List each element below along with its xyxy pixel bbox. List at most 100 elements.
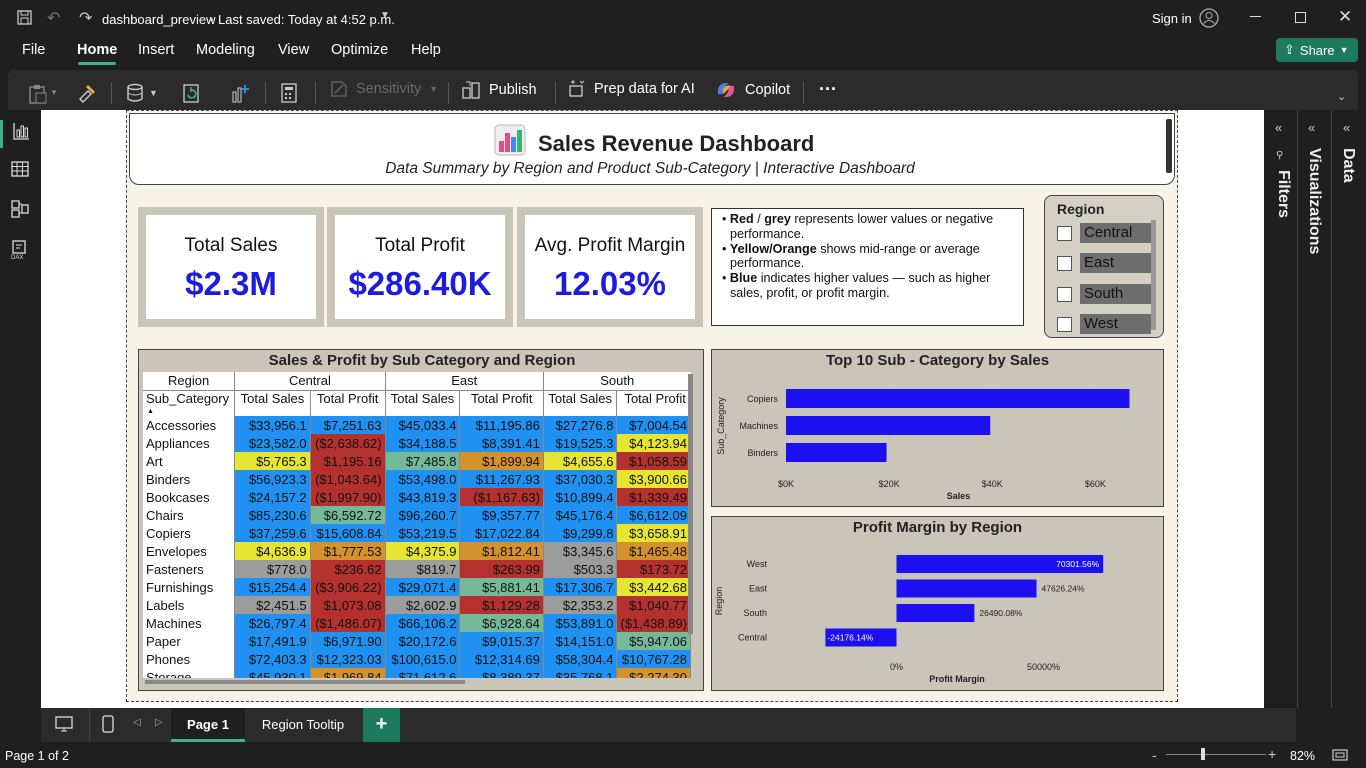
matrix-cell[interactable]: $1,899.94 — [459, 452, 544, 470]
matrix-cell[interactable]: ($2,638.62) — [310, 434, 386, 452]
table-row[interactable]: Binders $56,923.3 ($1,043.64) $53,498.0 $11,… — [143, 470, 691, 488]
undo-icon[interactable]: ↶ — [47, 8, 60, 28]
visualizations-pane-tab[interactable]: Visualizations — [1305, 148, 1323, 254]
matrix-cell[interactable]: $819.7 — [385, 560, 461, 578]
matrix-cell[interactable]: $66,106.2 — [385, 614, 461, 632]
matrix-cell[interactable]: $1,129.28 — [459, 596, 544, 614]
tab-region-tooltip[interactable]: Region Tooltip — [251, 708, 355, 742]
matrix-cell[interactable]: $7,004.54 — [616, 416, 691, 434]
file-name[interactable]: dashboard_preview — [102, 12, 215, 27]
dax-query-view-icon[interactable]: DAX — [10, 240, 30, 260]
column-header-east[interactable]: East — [385, 372, 544, 390]
matrix-cell[interactable]: $12,323.03 — [310, 650, 386, 668]
matrix-cell[interactable]: $1,339.49 — [616, 488, 691, 506]
matrix-cell[interactable]: $20,172.6 — [385, 632, 461, 650]
matrix-cell[interactable]: $17,022.84 — [459, 524, 544, 542]
minimize-icon[interactable] — [1250, 16, 1261, 17]
matrix-cell[interactable]: $12,314.69 — [459, 650, 544, 668]
menu-modeling[interactable]: Modeling — [196, 42, 255, 58]
sign-in-link[interactable]: Sign in — [1152, 11, 1192, 26]
measure-header[interactable]: Total Profit — [310, 390, 386, 416]
previous-page-icon[interactable]: ◁ — [133, 717, 141, 728]
matrix-cell[interactable]: $27,276.8 — [543, 416, 618, 434]
copilot-button[interactable]: Copilot — [715, 80, 790, 100]
calculator-icon[interactable] — [280, 83, 298, 103]
collapse-ribbon-icon[interactable]: ⌄ — [1337, 90, 1346, 103]
matrix-cell[interactable]: $17,491.9 — [234, 632, 311, 650]
matrix-cell[interactable]: $15,254.4 — [234, 578, 311, 596]
matrix-cell[interactable]: $1,195.16 — [310, 452, 386, 470]
mobile-layout-icon[interactable] — [102, 715, 114, 733]
matrix-cell[interactable]: $3,658.91 — [616, 524, 691, 542]
matrix-cell[interactable]: $45,930.1 — [234, 668, 311, 678]
table-row[interactable]: Art $5,765.3 $1,195.16 $7,485.8 $1,899.94 $4,… — [143, 452, 691, 470]
matrix-cell[interactable]: $5,765.3 — [234, 452, 311, 470]
matrix-cell[interactable]: $14,151.0 — [543, 632, 618, 650]
matrix-cell[interactable]: $53,498.0 — [385, 470, 461, 488]
matrix-cell[interactable]: $9,015.37 — [459, 632, 544, 650]
slicer-item-central[interactable]: Central — [1057, 223, 1151, 243]
measure-header[interactable]: Total Sales — [543, 390, 618, 416]
zoom-in-button[interactable]: + — [1268, 746, 1276, 762]
measure-header[interactable]: Total Profit — [459, 390, 544, 416]
matrix-cell[interactable]: $15,608.84 — [310, 524, 386, 542]
matrix-cell[interactable]: $6,928.64 — [459, 614, 544, 632]
matrix-cell[interactable]: $85,230.6 — [234, 506, 311, 524]
matrix-cell[interactable]: $2,451.5 — [234, 596, 311, 614]
row-header-sub-category[interactable]: Sub_Category ▲ — [143, 390, 236, 416]
slicer-item-south[interactable]: South — [1057, 284, 1151, 304]
column-header-central[interactable]: Central — [234, 372, 386, 390]
table-row[interactable]: Furnishings $15,254.4 ($3,906.22) $29,071.4… — [143, 578, 691, 596]
slicer-item-east[interactable]: East — [1057, 253, 1151, 273]
matrix-cell[interactable]: $34,188.5 — [385, 434, 461, 452]
matrix-cell[interactable]: $5,947.06 — [616, 632, 691, 650]
matrix-cell[interactable]: $6,612.09 — [616, 506, 691, 524]
zoom-out-button[interactable]: - — [1152, 747, 1157, 763]
matrix-cell[interactable]: $3,345.6 — [543, 542, 618, 560]
matrix-cell[interactable]: $53,219.5 — [385, 524, 461, 542]
checkbox[interactable] — [1057, 225, 1072, 241]
next-page-icon[interactable]: ▷ — [155, 717, 163, 728]
matrix-cell[interactable]: $236.62 — [310, 560, 386, 578]
new-visual-icon[interactable] — [230, 83, 250, 103]
refresh-icon[interactable] — [182, 83, 202, 103]
matrix-cell[interactable]: $96,260.7 — [385, 506, 461, 524]
menu-insert[interactable]: Insert — [138, 42, 174, 58]
checkbox[interactable] — [1057, 286, 1072, 302]
checkbox[interactable] — [1057, 255, 1072, 271]
matrix-cell[interactable]: $7,485.8 — [385, 452, 461, 470]
matrix-cell[interactable]: $8,391.41 — [459, 434, 544, 452]
matrix-vertical-scrollbar[interactable] — [688, 374, 693, 634]
add-page-button[interactable]: + — [363, 708, 400, 742]
tab-page-1[interactable]: Page 1 — [171, 708, 245, 742]
paste-icon[interactable] — [28, 84, 48, 104]
menu-help[interactable]: Help — [411, 42, 441, 58]
collapse-data-icon[interactable]: « — [1343, 120, 1350, 135]
matrix-cell[interactable]: $17,306.7 — [543, 578, 618, 596]
menu-optimize[interactable]: Optimize — [331, 42, 388, 58]
matrix-cell[interactable]: $53,891.0 — [543, 614, 618, 632]
column-header-south[interactable]: South — [543, 372, 690, 390]
matrix-cell[interactable]: $43,819.3 — [385, 488, 461, 506]
prep-data-button[interactable]: Prep data for AI — [568, 80, 695, 98]
matrix-cell[interactable]: $45,033.4 — [385, 416, 461, 434]
matrix-cell[interactable]: $19,525.3 — [543, 434, 618, 452]
get-data-icon[interactable] — [125, 83, 145, 103]
table-row[interactable]: Copiers $37,259.6 $15,608.84 $53,219.5 $17,0… — [143, 524, 691, 542]
redo-icon[interactable]: ↷ — [79, 8, 92, 28]
matrix-cell[interactable]: $1,969.84 — [310, 668, 386, 678]
matrix-cell[interactable]: $58,304.4 — [543, 650, 618, 668]
collapse-filters-icon[interactable]: « — [1275, 120, 1282, 135]
matrix-cell[interactable]: $2,602.9 — [385, 596, 461, 614]
matrix-cell[interactable]: $3,442.68 — [616, 578, 691, 596]
chevron-down-icon[interactable]: ▼ — [149, 88, 158, 98]
matrix-cell[interactable]: $503.3 — [543, 560, 618, 578]
matrix-cell[interactable]: $29,071.4 — [385, 578, 461, 596]
chevron-down-icon[interactable]: ▼ — [380, 10, 390, 21]
matrix-cell[interactable]: $3,900.66 — [616, 470, 691, 488]
measure-header[interactable]: Total Profit — [617, 390, 691, 416]
share-button[interactable]: ⇪ Share ▼ — [1276, 38, 1358, 62]
format-painter-icon[interactable] — [76, 83, 96, 103]
menu-home[interactable]: Home — [77, 42, 117, 58]
matrix-cell[interactable]: $33,956.1 — [234, 416, 311, 434]
